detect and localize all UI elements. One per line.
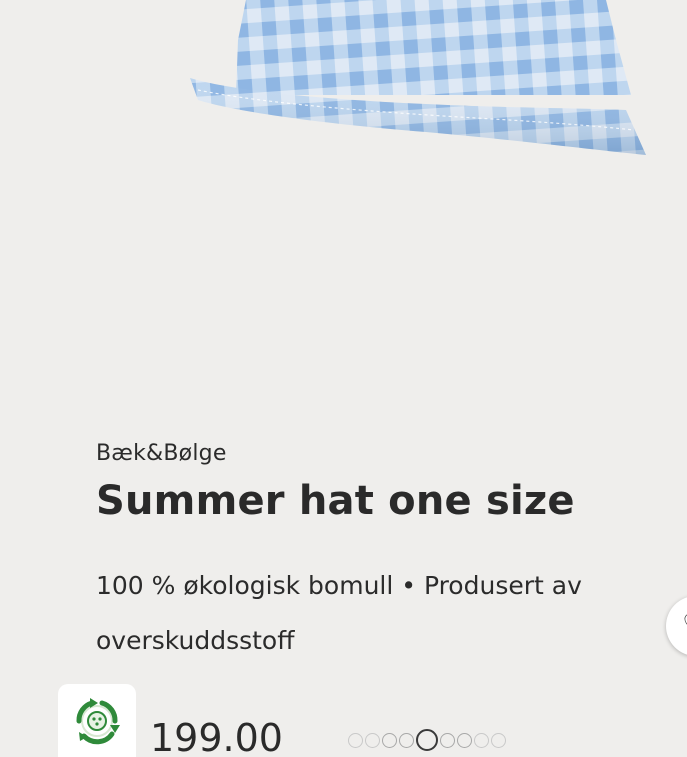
product-image[interactable] xyxy=(176,0,656,172)
carousel-dot[interactable] xyxy=(440,732,455,748)
product-title[interactable]: Summer hat one size xyxy=(96,478,575,524)
carousel-dot[interactable] xyxy=(382,732,397,748)
price: 199.00 xyxy=(150,716,283,757)
heart-icon: ♡ xyxy=(682,608,687,641)
description-line-1: 100 % økologisk bomull • Produsert av xyxy=(96,571,582,600)
carousel-dot[interactable] xyxy=(348,732,363,748)
card-edge xyxy=(0,0,58,757)
brand-name[interactable]: Bæk&Bølge xyxy=(96,441,227,466)
carousel-dots[interactable] xyxy=(348,728,506,752)
product-card[interactable]: Bæk&Bølge Summer hat one size 100 % økol… xyxy=(0,0,687,757)
eco-badge xyxy=(58,684,136,757)
carousel-dot-active[interactable] xyxy=(416,729,438,751)
carousel-dot[interactable] xyxy=(365,732,380,748)
carousel-dot[interactable] xyxy=(399,732,414,748)
carousel-dot[interactable] xyxy=(491,732,506,748)
recycle-leaf-icon xyxy=(76,698,120,745)
description-line-2: overskuddsstoff xyxy=(96,626,295,655)
carousel-dot[interactable] xyxy=(474,732,489,748)
product-description: 100 % økologisk bomull • Produsert av ov… xyxy=(96,558,687,668)
carousel-dot[interactable] xyxy=(457,732,472,748)
